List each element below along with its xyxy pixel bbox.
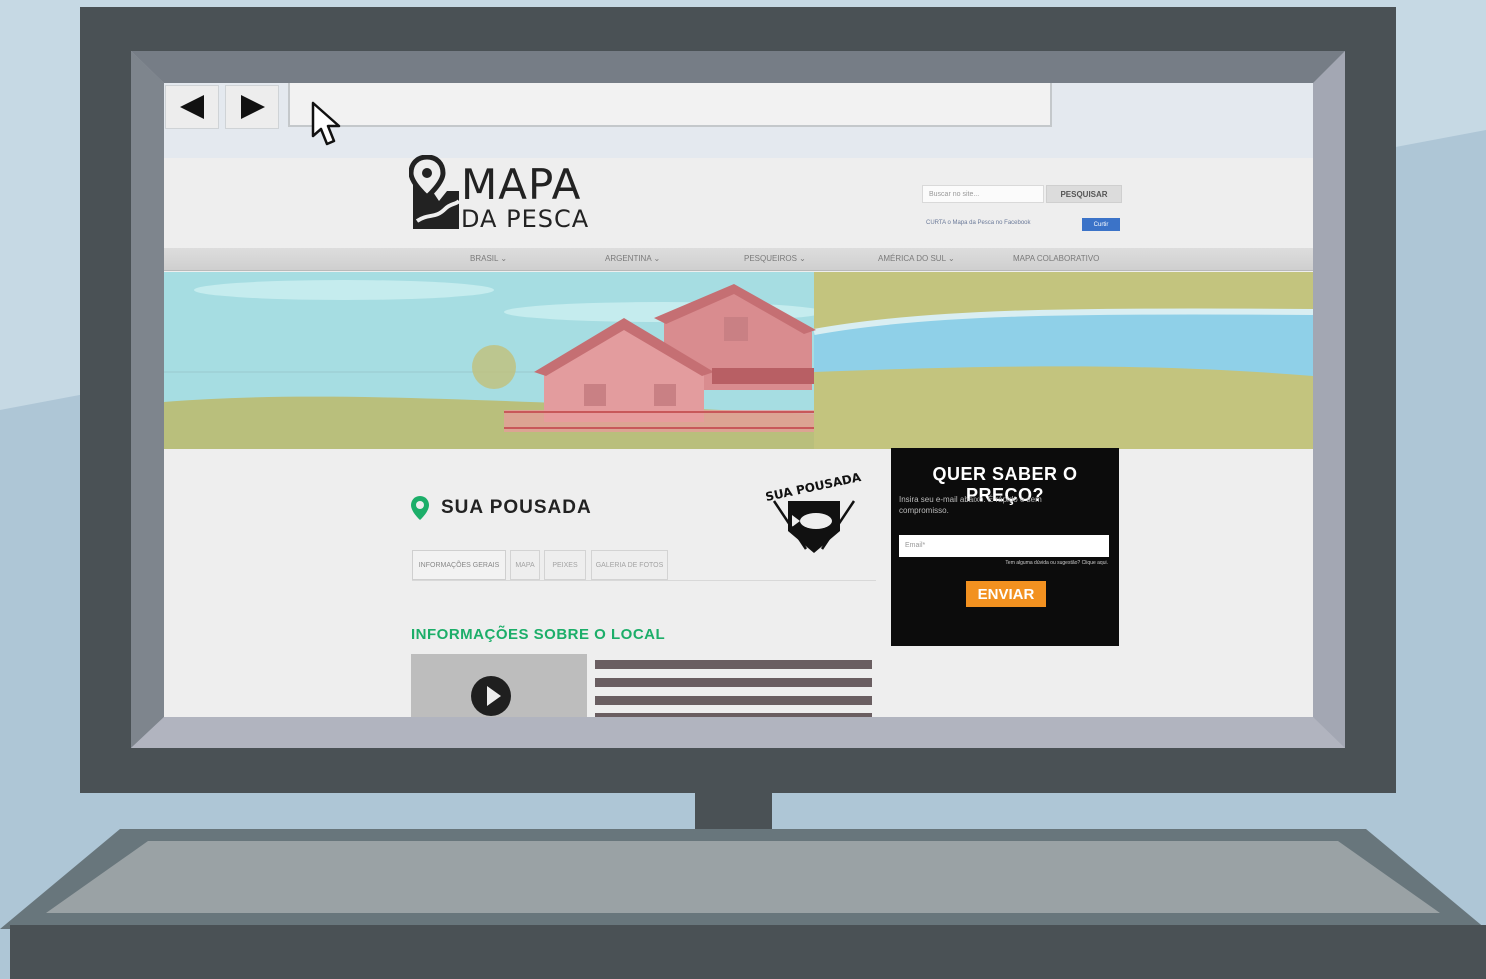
cta-description: Insira seu e-mail abaixo. É rápido e sem…	[899, 495, 1042, 515]
menu-item-label: ARGENTINA	[605, 254, 652, 263]
cta-help-link[interactable]: Tem alguma dúvida ou sugestão? Clique aq…	[891, 560, 1108, 566]
pousada-badge-logo: SUA POUSADA	[766, 471, 862, 553]
back-button[interactable]	[165, 85, 219, 129]
menu-item-pesqueiros[interactable]: PESQUEIROS ⌄	[744, 248, 806, 270]
menu-item-label: BRASIL	[470, 254, 499, 263]
tab-informacoes-gerais[interactable]: INFORMAÇÕES GERAIS	[412, 550, 506, 580]
browser-toolbar	[164, 83, 1313, 158]
mouse-pointer-icon	[311, 101, 341, 146]
chevron-down-icon: ⌄	[947, 254, 955, 263]
map-pin-logo-icon	[409, 155, 461, 229]
text-placeholder-line	[595, 678, 872, 687]
logo-text-mapa: MAPA	[461, 160, 582, 209]
forward-button[interactable]	[225, 85, 279, 129]
menu-item-america-do-sul[interactable]: AMÉRICA DO SUL ⌄	[878, 248, 955, 270]
chevron-down-icon: ⌄	[799, 254, 806, 263]
keyboard-base	[0, 829, 1486, 979]
text-placeholder-line	[595, 660, 872, 669]
menu-item-argentina[interactable]: ARGENTINA ⌄	[605, 248, 660, 270]
price-request-box: QUER SABER O PREÇO? Insira seu e-mail ab…	[891, 448, 1119, 646]
back-arrow-icon	[180, 95, 204, 119]
site-logo[interactable]: MAPA DA PESCA	[409, 155, 609, 239]
chevron-down-icon: ⌄	[500, 254, 508, 263]
search-button[interactable]: PESQUISAR	[1046, 185, 1122, 203]
text-placeholder-line	[595, 696, 872, 705]
facebook-like-text: CURTA o Mapa da Pesca no Facebook	[926, 220, 1031, 226]
tab-galeria-de-fotos[interactable]: GALERIA DE FOTOS	[591, 550, 668, 580]
tabs-divider	[412, 580, 876, 581]
location-pin-icon	[411, 496, 429, 520]
video-player[interactable]	[411, 654, 587, 717]
text-placeholder-line	[595, 713, 872, 717]
page-title: SUA POUSADA	[441, 497, 592, 518]
section-title: INFORMAÇÕES SOBRE O LOCAL	[411, 626, 666, 643]
search-input[interactable]: Buscar no site...	[922, 185, 1044, 203]
menu-item-mapa-colaborativo[interactable]: MAPA COLABORATIVO	[1013, 248, 1099, 270]
forward-arrow-icon	[241, 95, 265, 119]
menu-item-label: AMÉRICA DO SUL	[878, 254, 946, 263]
logo-text-da-pesca: DA PESCA	[461, 205, 590, 233]
hero-banner-illustration	[164, 272, 1313, 449]
menu-item-label: PESQUEIROS	[744, 254, 797, 263]
play-icon[interactable]	[471, 676, 511, 716]
address-bar[interactable]	[288, 83, 1052, 127]
email-field[interactable]: Email*	[899, 535, 1109, 557]
menu-item-brasil[interactable]: BRASIL ⌄	[470, 248, 507, 270]
facebook-like-button[interactable]: Curtir	[1082, 218, 1120, 231]
svg-text:SUA POUSADA: SUA POUSADA	[766, 471, 862, 504]
monitor-stand	[695, 793, 772, 833]
tab-peixes[interactable]: PEIXES	[544, 550, 586, 580]
main-navigation: BRASIL ⌄ ARGENTINA ⌄ PESQUEIROS ⌄ AMÉRIC…	[164, 248, 1313, 271]
chevron-down-icon: ⌄	[653, 254, 661, 263]
browser-screen: MAPA DA PESCA Buscar no site... PESQUISA…	[164, 83, 1313, 717]
tab-mapa[interactable]: MAPA	[510, 550, 540, 580]
menu-item-label: MAPA COLABORATIVO	[1013, 254, 1100, 263]
submit-button[interactable]: ENVIAR	[966, 581, 1046, 607]
